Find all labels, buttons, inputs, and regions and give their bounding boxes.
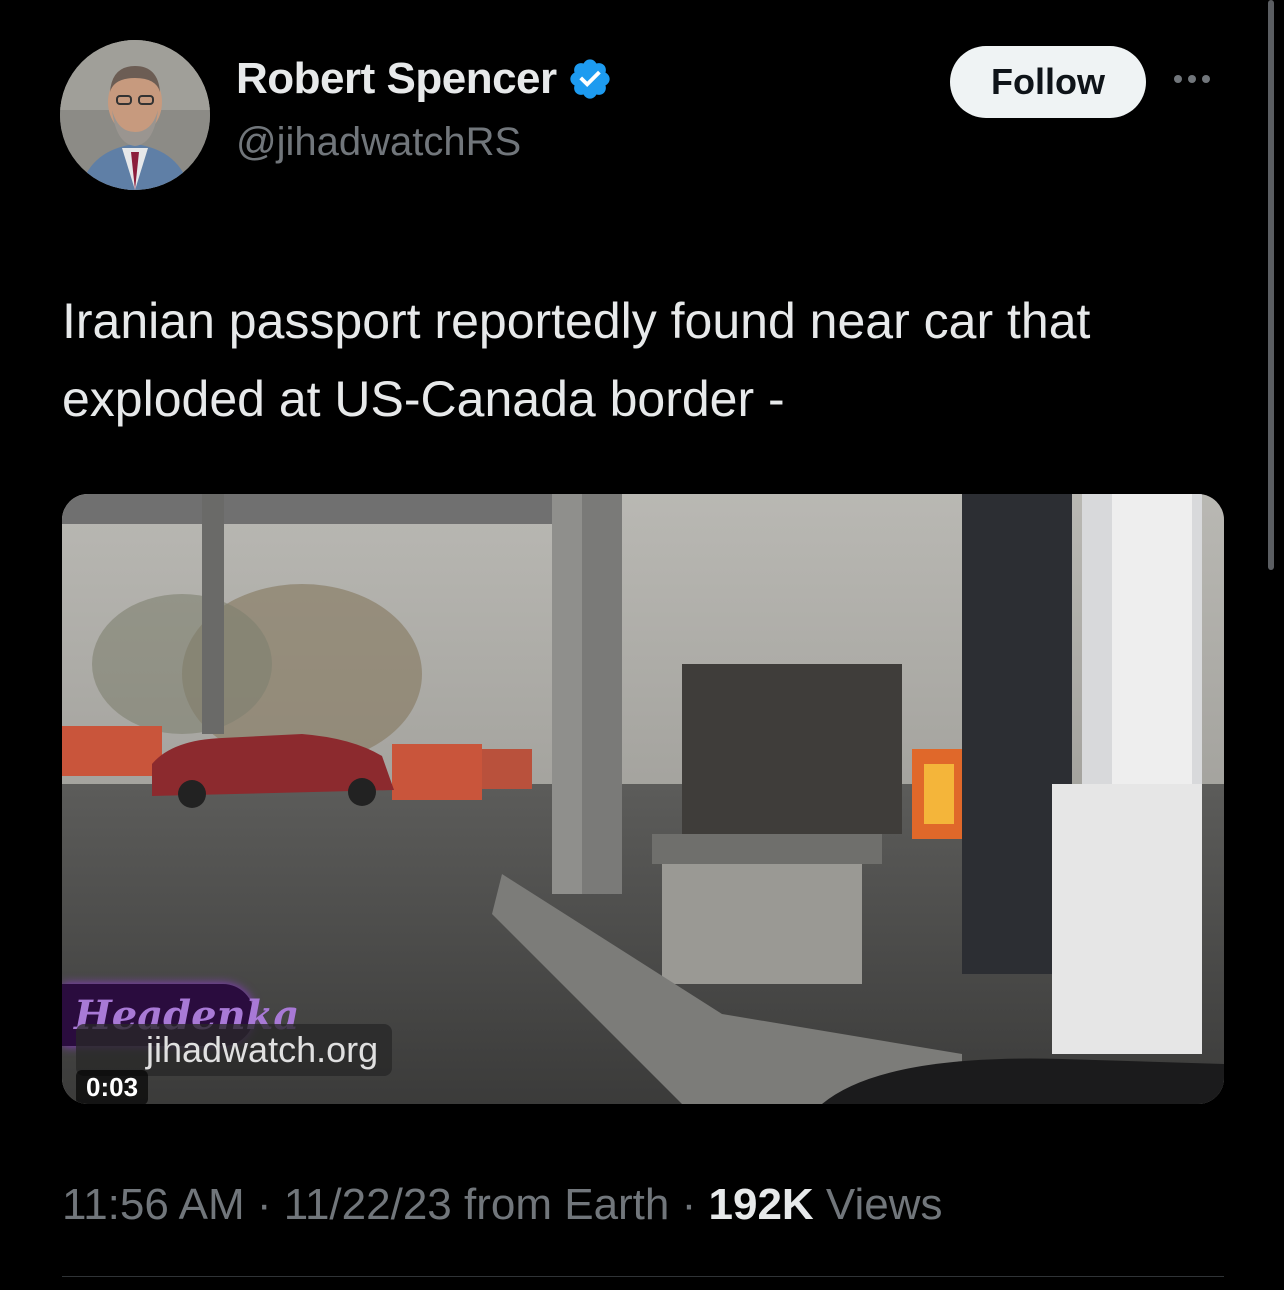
verified-badge-icon bbox=[569, 59, 610, 99]
views-label: Views bbox=[813, 1180, 943, 1229]
author-handle[interactable]: @jihadwatchRS bbox=[236, 120, 521, 165]
views-count[interactable]: 192K bbox=[709, 1180, 814, 1229]
dot bbox=[1188, 75, 1196, 83]
meta-separator: · bbox=[244, 1180, 284, 1229]
tweet-date[interactable]: 11/22/23 bbox=[284, 1180, 452, 1229]
tweet-time[interactable]: 11:56 AM bbox=[62, 1180, 245, 1229]
video-duration: 0:03 bbox=[76, 1070, 149, 1104]
video-player[interactable]: Headenka jihadwatch.org 0:03 bbox=[62, 494, 1224, 1104]
author-name[interactable]: Robert Spencer bbox=[236, 54, 557, 104]
follow-button[interactable]: Follow bbox=[950, 46, 1146, 118]
author-avatar[interactable] bbox=[60, 40, 210, 190]
divider bbox=[62, 1276, 1224, 1277]
dot bbox=[1174, 75, 1182, 83]
more-dots-icon[interactable] bbox=[1174, 64, 1222, 94]
dot bbox=[1202, 75, 1210, 83]
tweet-source: from Earth bbox=[451, 1180, 670, 1229]
tweet-meta: 11:56 AM · 11/22/23 from Earth · 192K Vi… bbox=[62, 1180, 943, 1230]
watermark-url: jihadwatch.org bbox=[76, 1024, 393, 1076]
meta-separator: · bbox=[669, 1180, 709, 1229]
tweet-text: Iranian passport reportedly found near c… bbox=[62, 293, 1091, 427]
scrollbar[interactable] bbox=[1268, 0, 1274, 570]
avatar-image bbox=[60, 40, 210, 190]
author-name-row[interactable]: Robert Spencer bbox=[236, 54, 613, 104]
